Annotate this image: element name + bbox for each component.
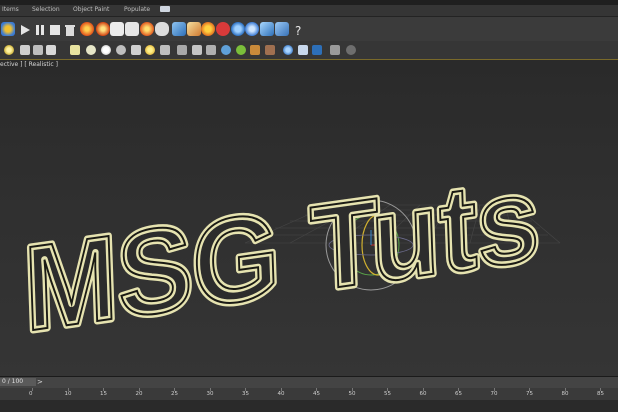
geosphere-icon[interactable]	[116, 45, 126, 55]
timeline-tick-label: 75	[526, 391, 533, 397]
next-frame-button[interactable]: >	[37, 378, 43, 386]
box-icon[interactable]	[260, 22, 274, 36]
ribbon-tabs: Items Selection Object Paint Populate	[0, 5, 618, 17]
render-icon-2[interactable]	[298, 45, 308, 55]
sun-icon[interactable]	[131, 45, 141, 55]
timeline-tick	[32, 388, 33, 391]
timeline-tick	[67, 388, 69, 391]
render-setup-icon[interactable]	[125, 22, 139, 36]
unlink-icon[interactable]	[192, 45, 202, 55]
timeline-tick	[422, 388, 424, 391]
bind-icon[interactable]	[206, 45, 216, 55]
perspective-viewport[interactable]: ective ] [ Realistic ] MSG Tuts MSG Tuts	[0, 60, 618, 376]
timeline-tick-label: 45	[313, 391, 320, 397]
trash-icon[interactable]	[63, 22, 77, 36]
material-editor-icon[interactable]	[201, 22, 215, 36]
sphere-icon[interactable]	[70, 45, 80, 55]
tab-items[interactable]: Items	[2, 6, 19, 13]
plane-icon[interactable]	[86, 45, 96, 55]
help-icon[interactable]: ?	[292, 22, 306, 38]
cone-icon[interactable]	[101, 45, 111, 55]
status-bar	[0, 400, 618, 412]
align-icon[interactable]	[265, 45, 275, 55]
wind-icon[interactable]	[145, 45, 155, 55]
timeline-tick	[529, 388, 530, 391]
tab-object-paint[interactable]: Object Paint	[73, 6, 109, 13]
timeline-tick-label: 70	[490, 391, 498, 397]
timeline-tick-label: 80	[561, 391, 569, 397]
fire-icon-2[interactable]	[96, 22, 110, 36]
track-bar[interactable]: 0 10 15 20 25 30 35 40 45 50 55 60 65 70 75 80 85	[0, 388, 618, 400]
cube-icon[interactable]	[46, 45, 56, 55]
stop-icon[interactable]	[48, 22, 62, 36]
timeline-tick-label: 0	[29, 391, 33, 397]
svg-text:?: ?	[295, 24, 301, 37]
populate-dropdown-icon[interactable]	[160, 6, 170, 12]
stats-icon[interactable]	[330, 45, 340, 55]
tab-selection[interactable]: Selection	[32, 6, 60, 13]
timeline-tick	[351, 388, 353, 391]
particles-icon[interactable]	[236, 45, 246, 55]
timeline-tick	[493, 388, 495, 391]
view-icon[interactable]	[312, 45, 322, 55]
timeline-tick-label: 50	[348, 391, 356, 397]
material-icon[interactable]	[187, 22, 201, 36]
timeline-tick	[564, 388, 566, 391]
mirror-icon[interactable]	[250, 45, 260, 55]
main-toolbar: ?	[0, 17, 618, 42]
compass-icon[interactable]	[245, 22, 259, 36]
timeline-tick-label: 20	[135, 391, 143, 397]
timeline-tick-label: 55	[384, 391, 391, 397]
timeline-tick-label: 25	[171, 391, 178, 397]
help-icon-2[interactable]	[346, 45, 356, 55]
camera-icon[interactable]	[20, 45, 30, 55]
timeline-tick	[458, 388, 459, 391]
timeline-tick	[209, 388, 211, 391]
secondary-toolbar	[0, 41, 618, 60]
stop-red-icon[interactable]	[216, 22, 230, 36]
light-icon[interactable]	[4, 45, 14, 55]
timeline-tick	[316, 388, 317, 391]
timeline-tick-label: 85	[597, 391, 604, 397]
box-icon-2[interactable]	[275, 22, 289, 36]
scene-3d-text[interactable]: MSG Tuts MSG Tuts	[18, 147, 545, 361]
timeline-tick	[103, 388, 104, 391]
helper-icon[interactable]	[33, 45, 43, 55]
render-frame-icon[interactable]	[172, 22, 186, 36]
render-icon[interactable]	[110, 22, 124, 36]
time-slider[interactable]: 0 / 100 >	[0, 376, 618, 388]
timeline-tick-label: 10	[64, 391, 72, 397]
scene-svg: MSG Tuts MSG Tuts	[18, 147, 561, 361]
tab-populate[interactable]: Populate	[124, 6, 150, 13]
scene-text-inner-stroke: MSG Tuts	[22, 150, 542, 357]
link-icon[interactable]	[177, 45, 187, 55]
timeline-tick	[387, 388, 388, 391]
cloud-icon[interactable]	[155, 22, 169, 36]
timeline-tick	[600, 388, 601, 391]
globe-icon-2[interactable]	[283, 45, 293, 55]
teapot-icon[interactable]	[140, 22, 154, 36]
leaf-icon[interactable]	[221, 45, 231, 55]
pause-icon[interactable]	[33, 22, 47, 36]
timeline-tick-label: 60	[419, 391, 427, 397]
gravity-icon[interactable]	[160, 45, 170, 55]
globe-icon[interactable]	[231, 22, 245, 36]
timeline-tick	[280, 388, 282, 391]
timeline-tick-label: 40	[277, 391, 285, 397]
frame-counter[interactable]: 0 / 100	[0, 378, 36, 386]
select-icon[interactable]	[1, 22, 15, 36]
timeline-tick	[138, 388, 140, 391]
timeline-tick-label: 35	[242, 391, 249, 397]
timeline-tick-label: 65	[455, 391, 462, 397]
timeline-tick-label: 15	[100, 391, 107, 397]
timeline-tick-label: 30	[206, 391, 214, 397]
fire-icon[interactable]	[80, 22, 94, 36]
timeline-tick	[245, 388, 246, 391]
play-icon[interactable]	[18, 22, 32, 36]
timeline-tick	[174, 388, 175, 391]
